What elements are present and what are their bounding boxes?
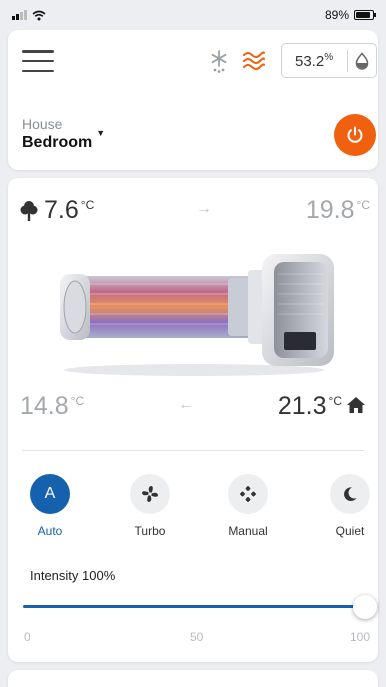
outdoor-intake-temp-unit: °C: [80, 198, 95, 212]
auto-icon: A: [30, 474, 70, 514]
humidity-value-group: 53.2%: [282, 52, 347, 70]
exhaust-air-temp: 14.8 °C: [20, 392, 84, 421]
indoor-temp: 21.3 °C: [278, 392, 366, 421]
slider-scale-max: 100: [349, 630, 370, 644]
auto-icon-letter: A: [44, 485, 56, 502]
mode-quiet-button[interactable]: Quiet: [320, 474, 380, 538]
intensity-label: Intensity 100%: [30, 568, 116, 583]
arrow-right-icon: →: [196, 200, 212, 217]
exhaust-air-temp-value: 14.8: [20, 392, 69, 420]
supply-air-temp: 19.8 °C: [306, 196, 370, 225]
tree-icon: [20, 201, 38, 221]
mode-auto-button[interactable]: A Auto: [20, 474, 80, 538]
mode-manual-label: Manual: [228, 524, 268, 538]
mode-auto-label: Auto: [37, 524, 63, 538]
battery-percent: 89%: [324, 8, 349, 22]
house-label: House: [22, 116, 63, 132]
header-card: 53.2% House Bedroom ▼: [8, 30, 378, 170]
intensity-slider-thumb[interactable]: [353, 595, 377, 619]
caret-down-icon: ▼: [96, 128, 106, 138]
moon-icon: [330, 474, 370, 514]
intensity-slider-track[interactable]: [23, 605, 367, 608]
wifi-icon: [32, 10, 46, 20]
room-selector[interactable]: Bedroom ▼: [22, 128, 105, 152]
status-bar: 89%: [0, 0, 386, 30]
section-divider: [22, 450, 364, 451]
manual-dots-icon: [228, 474, 268, 514]
indoor-temp-value: 21.3: [277, 392, 327, 420]
supply-air-temp-value: 19.8: [305, 196, 355, 224]
humidity-value: 53.2: [295, 52, 325, 70]
ventilator-card: 7.6 °C → 19.8 °C 14.8 °C ← 21.3 °C A Aut…: [8, 178, 378, 662]
next-card-peek: [8, 670, 378, 687]
heat-waves-icon[interactable]: [241, 48, 267, 74]
arrow-left-icon: ←: [178, 396, 194, 413]
humidity-unit: %: [324, 51, 334, 63]
humidity-display[interactable]: 53.2%: [281, 43, 377, 78]
supply-air-temp-unit: °C: [356, 198, 370, 212]
cellular-signal-icon: [12, 10, 27, 20]
water-drop-icon: [348, 51, 376, 70]
status-left: [12, 10, 46, 21]
slider-scale-mid: 50: [190, 630, 204, 644]
indoor-temp-unit: °C: [328, 394, 342, 408]
ventilation-device-image: [60, 254, 334, 376]
exhaust-air-temp-unit: °C: [70, 394, 85, 408]
power-button[interactable]: [334, 114, 376, 156]
battery-icon: [354, 10, 376, 20]
mode-turbo-button[interactable]: Turbo: [120, 474, 180, 538]
mode-turbo-label: Turbo: [134, 524, 166, 538]
menu-icon[interactable]: [22, 50, 54, 72]
fan-icon: [130, 474, 170, 514]
power-icon: [347, 126, 363, 143]
mode-quiet-label: Quiet: [335, 524, 365, 538]
status-right: 89%: [324, 8, 376, 22]
home-icon: [347, 397, 365, 413]
outdoor-intake-temp-value: 7.6: [44, 196, 79, 224]
snowflake-icon[interactable]: [206, 48, 232, 74]
room-label: Bedroom: [22, 134, 93, 151]
slider-scale-min: 0: [24, 630, 31, 644]
outdoor-intake-temp: 7.6 °C: [20, 196, 94, 225]
mode-manual-button[interactable]: Manual: [218, 474, 278, 538]
